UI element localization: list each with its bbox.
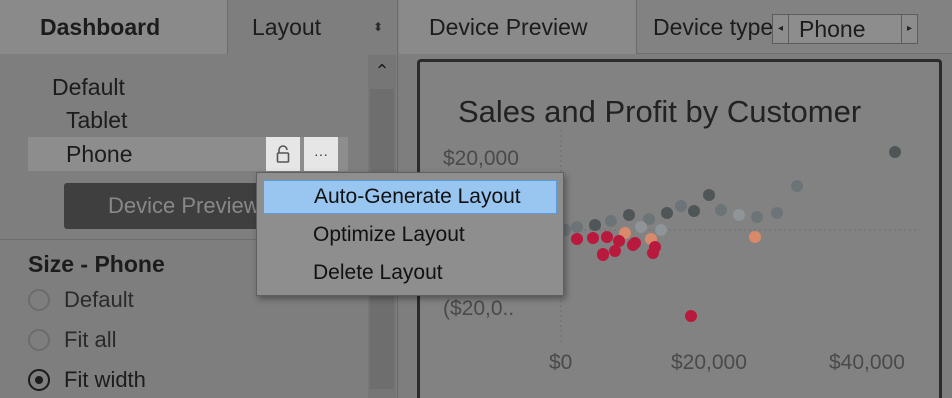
x-tick-label: $40,000 <box>829 351 905 374</box>
data-point[interactable] <box>623 209 635 221</box>
device-type-control: Device type ◂ Phone ▸ <box>637 0 952 54</box>
layout-item-phone-row[interactable]: Phone ··· <box>28 137 348 171</box>
context-menu: Auto-Generate Layout Optimize Layout Del… <box>256 172 564 296</box>
data-point[interactable] <box>627 239 639 251</box>
data-point[interactable] <box>601 231 613 243</box>
tab-layout[interactable]: Layout ⬍ <box>228 0 398 54</box>
size-option-label: Fit all <box>64 327 117 352</box>
data-point[interactable] <box>587 232 599 244</box>
tab-device-preview-label: Device Preview <box>429 13 588 40</box>
menu-item-optimize-layout[interactable]: Optimize Layout <box>263 218 557 252</box>
tab-device-preview[interactable]: Device Preview <box>399 0 637 54</box>
layout-item-phone: Phone <box>66 141 133 167</box>
x-tick-label: $20,000 <box>671 351 747 374</box>
y-tick-label: $20,000 <box>443 147 519 170</box>
device-type-label: Device type <box>653 13 774 40</box>
device-type-select[interactable]: ◂ Phone ▸ <box>772 14 918 44</box>
data-point[interactable] <box>655 224 667 236</box>
data-point[interactable] <box>685 310 697 322</box>
data-point[interactable] <box>635 221 647 233</box>
layout-item-tablet[interactable]: Tablet <box>66 107 127 134</box>
data-point[interactable] <box>647 247 659 259</box>
data-point[interactable] <box>703 189 715 201</box>
radio-default[interactable] <box>28 289 50 311</box>
size-heading: Size - Phone <box>28 251 165 277</box>
size-option-label: Fit width <box>64 367 146 392</box>
ellipsis-icon[interactable]: ··· <box>304 137 338 171</box>
tab-dashboard[interactable]: Dashboard <box>0 0 228 54</box>
data-point[interactable] <box>771 207 783 219</box>
spinner-icon[interactable]: ⬍ <box>373 20 383 34</box>
data-point[interactable] <box>715 204 727 216</box>
data-point[interactable] <box>597 249 609 261</box>
data-point[interactable] <box>688 205 700 217</box>
y-tick-label: ($20,0.. <box>443 297 514 320</box>
data-point[interactable] <box>733 209 745 221</box>
size-option-fit-all[interactable]: Fit all <box>28 327 117 353</box>
size-option-label: Default <box>64 287 134 312</box>
data-point[interactable] <box>661 207 673 219</box>
scroll-up-icon[interactable]: ⌃ <box>368 61 396 82</box>
tab-layout-label: Layout <box>252 13 322 40</box>
arrow-right-icon[interactable]: ▸ <box>901 15 917 43</box>
data-point[interactable] <box>749 231 761 243</box>
radio-fit-all[interactable] <box>28 329 50 351</box>
arrow-left-icon[interactable]: ◂ <box>773 15 789 43</box>
app-root: Dashboard Layout ⬍ Device Preview Device… <box>0 0 952 398</box>
tab-dashboard-label: Dashboard <box>40 13 161 40</box>
data-point[interactable] <box>675 200 687 212</box>
menu-item-auto-generate-layout[interactable]: Auto-Generate Layout <box>263 180 557 214</box>
size-option-default[interactable]: Default <box>28 287 134 313</box>
radio-fit-width[interactable] <box>28 369 50 391</box>
layout-item-default[interactable]: Default <box>52 74 125 101</box>
tab-bar: Dashboard Layout ⬍ Device Preview Device… <box>0 0 952 54</box>
data-point[interactable] <box>605 215 617 227</box>
size-option-fit-width[interactable]: Fit width <box>28 367 146 393</box>
x-tick-label: $0 <box>549 351 572 374</box>
data-point[interactable] <box>791 180 803 192</box>
data-point[interactable] <box>609 245 621 257</box>
data-point[interactable] <box>751 211 763 223</box>
device-preview-button[interactable]: Device Preview <box>64 183 264 229</box>
device-type-value: Phone <box>799 15 866 42</box>
data-point[interactable] <box>571 221 583 233</box>
data-point[interactable] <box>571 233 583 245</box>
data-point[interactable] <box>589 219 601 231</box>
unlock-icon[interactable] <box>266 137 300 171</box>
data-point[interactable] <box>889 146 901 158</box>
menu-item-delete-layout[interactable]: Delete Layout <box>263 256 557 290</box>
